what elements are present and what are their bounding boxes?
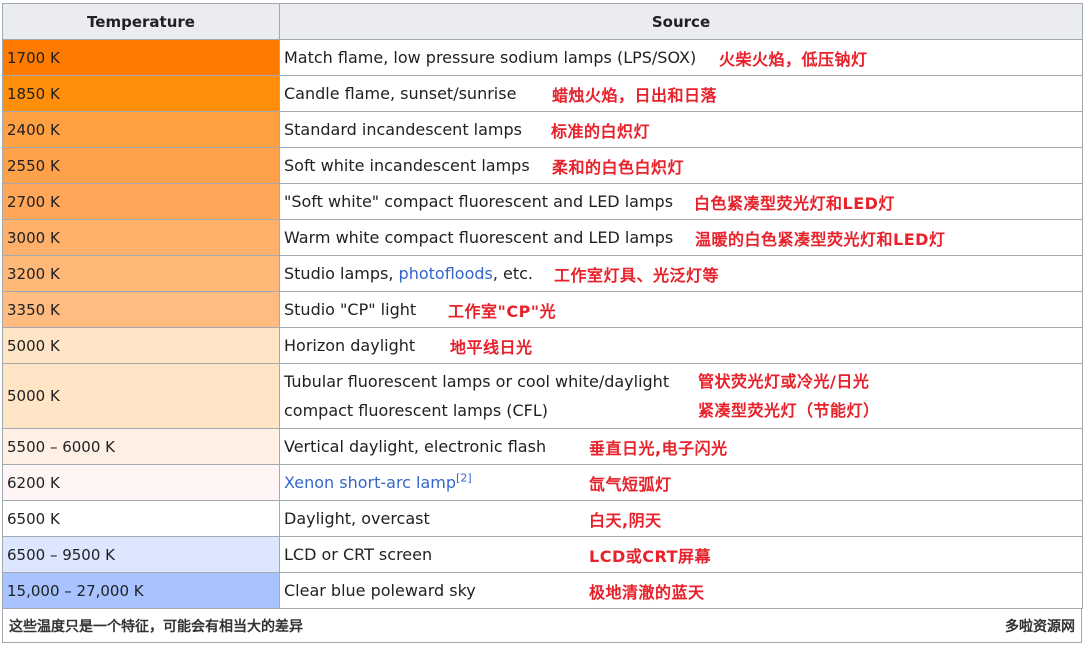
table-row: 5000 K Horizon daylight 地平线日光 (2, 327, 1083, 364)
source-english: "Soft white" compact fluorescent and LED… (284, 192, 674, 211)
source-english: Candle flame, sunset/sunrise (284, 84, 517, 103)
source-cell: LCD or CRT screen LCD或CRT屏幕 (279, 536, 1083, 573)
source-cell: Horizon daylight 地平线日光 (279, 327, 1083, 364)
temperature-cell: 3350 K (2, 291, 280, 328)
table-row: 3000 K Warm white compact fluorescent an… (2, 219, 1083, 256)
table-row: 2400 K Standard incandescent lamps 标准的白炽… (2, 111, 1083, 148)
source-english: Warm white compact fluorescent and LED l… (284, 228, 674, 247)
source-cell: Clear blue poleward sky 极地清澈的蓝天 (279, 572, 1083, 609)
source-cell: Standard incandescent lamps 标准的白炽灯 (279, 111, 1083, 148)
temperature-cell: 15,000 – 27,000 K (2, 572, 280, 609)
table-row: 1700 K Match flame, low pressure sodium … (2, 39, 1083, 76)
table-row: 5000 K Tubular fluorescent lamps or cool… (2, 363, 1083, 429)
source-chinese: 管状荧光灯或冷光/日光 紧凑型荧光灯（节能灯） (698, 367, 880, 425)
source-chinese: LCD或CRT屏幕 (589, 546, 711, 566)
source-chinese: 柔和的白色白炽灯 (552, 157, 685, 177)
photofloods-link[interactable]: photofloods (399, 264, 493, 283)
source-chinese: 标准的白炽灯 (551, 121, 651, 141)
source-english: LCD or CRT screen (284, 545, 433, 564)
source-english: Clear blue poleward sky (284, 581, 476, 600)
temperature-cell: 5500 – 6000 K (2, 428, 280, 465)
source-english: Xenon short-arc lamp[2] (284, 473, 589, 492)
citation-link[interactable]: [2] (456, 472, 472, 485)
temperature-cell: 3000 K (2, 219, 280, 256)
table-row: 1850 K Candle flame, sunset/sunrise 蜡烛火焰… (2, 75, 1083, 112)
source-english: Match flame, low pressure sodium lamps (… (284, 48, 697, 67)
source-chinese: 地平线日光 (450, 337, 533, 357)
source-cell: Xenon short-arc lamp[2] 氙气短弧灯 (279, 464, 1083, 501)
table-row: 3350 K Studio "CP" light 工作室"CP"光 (2, 291, 1083, 328)
table-row: 5500 – 6000 K Vertical daylight, electro… (2, 428, 1083, 465)
temperature-cell: 2400 K (2, 111, 280, 148)
table-row: 6500 – 9500 K LCD or CRT screen LCD或CRT屏… (2, 536, 1083, 573)
source-chinese: 温暖的白色紧凑型荧光灯和LED灯 (695, 229, 946, 249)
temperature-cell: 1850 K (2, 75, 280, 112)
source-chinese: 火柴火焰，低压钠灯 (719, 49, 868, 69)
color-temperature-table: Temperature Source 1700 K Match flame, l… (2, 3, 1083, 609)
table-row: 6200 K Xenon short-arc lamp[2] 氙气短弧灯 (2, 464, 1083, 501)
source-cell: Vertical daylight, electronic flash 垂直日光… (279, 428, 1083, 465)
source-cell: Match flame, low pressure sodium lamps (… (279, 39, 1083, 76)
source-chinese: 垂直日光,电子闪光 (589, 438, 728, 458)
source-cell: Studio lamps, photofloods, etc. 工作室灯具、光泛… (279, 255, 1083, 292)
source-chinese-line-2: 紧凑型荧光灯（节能灯） (698, 401, 880, 420)
source-chinese: 白色紧凑型荧光灯和LED灯 (694, 193, 895, 213)
source-english: Tubular fluorescent lamps or cool white/… (284, 367, 698, 425)
source-english: Horizon daylight (284, 336, 416, 355)
source-cell: Candle flame, sunset/sunrise 蜡烛火焰，日出和日落 (279, 75, 1083, 112)
header-source[interactable]: Source (279, 3, 1083, 40)
source-chinese: 白天,阴天 (589, 510, 662, 530)
source-english: Soft white incandescent lamps (284, 156, 530, 175)
temperature-cell: 1700 K (2, 39, 280, 76)
source-chinese: 氙气短弧灯 (589, 474, 672, 494)
source-cell: Daylight, overcast 白天,阴天 (279, 500, 1083, 537)
footer-brand: 多啦资源网 (1005, 618, 1075, 635)
color-temperature-table-wrapper: Temperature Source 1700 K Match flame, l… (2, 3, 1083, 643)
footer-note: 这些温度只是一个特征，可能会有相当大的差异 (9, 618, 303, 635)
source-chinese: 极地清澈的蓝天 (589, 582, 705, 602)
source-chinese: 工作室灯具、光泛灯等 (554, 265, 720, 285)
table-footer: 这些温度只是一个特征，可能会有相当大的差异 多啦资源网 (2, 609, 1082, 643)
source-english-line-2: compact fluorescent lamps (CFL) (284, 401, 549, 420)
source-english: Daylight, overcast (284, 509, 430, 528)
source-english: Studio lamps, photofloods, etc. (284, 264, 554, 283)
source-chinese: 工作室"CP"光 (448, 301, 557, 321)
temperature-cell: 2550 K (2, 147, 280, 184)
source-chinese: 蜡烛火焰，日出和日落 (552, 85, 718, 105)
temperature-cell: 5000 K (2, 363, 280, 429)
temperature-cell: 5000 K (2, 327, 280, 364)
temperature-cell: 2700 K (2, 183, 280, 220)
source-cell: Warm white compact fluorescent and LED l… (279, 219, 1083, 256)
table-row: 2550 K Soft white incandescent lamps 柔和的… (2, 147, 1083, 184)
table-row: 6500 K Daylight, overcast 白天,阴天 (2, 500, 1083, 537)
header-temperature[interactable]: Temperature (2, 3, 280, 40)
temperature-cell: 3200 K (2, 255, 280, 292)
xenon-short-arc-lamp-link[interactable]: Xenon short-arc lamp (284, 473, 456, 492)
source-chinese-line-1: 管状荧光灯或冷光/日光 (698, 372, 870, 391)
source-english: Vertical daylight, electronic flash (284, 437, 547, 456)
temperature-cell: 6500 K (2, 500, 280, 537)
source-cell: Tubular fluorescent lamps or cool white/… (279, 363, 1083, 429)
source-english-prefix: Studio lamps, (284, 264, 399, 283)
source-english: Standard incandescent lamps (284, 120, 523, 139)
table-row: 15,000 – 27,000 K Clear blue poleward sk… (2, 572, 1083, 609)
source-english-suffix: , etc. (492, 264, 534, 283)
source-cell: Studio "CP" light 工作室"CP"光 (279, 291, 1083, 328)
source-cell: "Soft white" compact fluorescent and LED… (279, 183, 1083, 220)
table-row: 3200 K Studio lamps, photofloods, etc. 工… (2, 255, 1083, 292)
temperature-cell: 6500 – 9500 K (2, 536, 280, 573)
source-english-line-1: Tubular fluorescent lamps or cool white/… (284, 372, 670, 391)
source-cell: Soft white incandescent lamps 柔和的白色白炽灯 (279, 147, 1083, 184)
table-row: 2700 K "Soft white" compact fluorescent … (2, 183, 1083, 220)
source-english: Studio "CP" light (284, 300, 417, 319)
temperature-cell: 6200 K (2, 464, 280, 501)
